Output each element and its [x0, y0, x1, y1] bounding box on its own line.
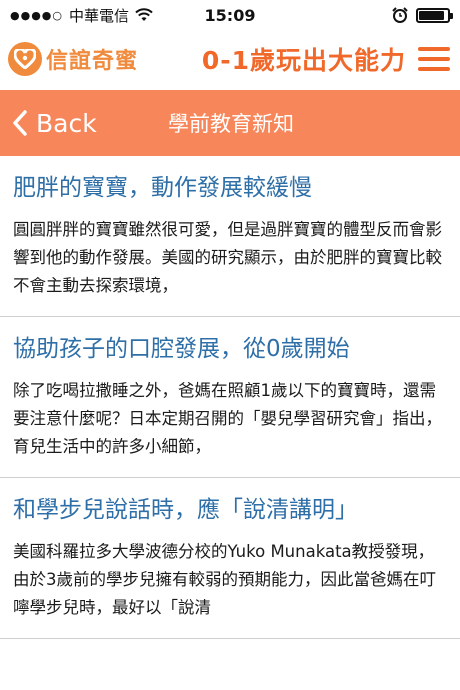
chevron-left-icon: [13, 110, 27, 136]
article-list: 肥胖的寶寶，動作發展較緩慢 圓圓胖胖的寶寶雖然很可愛，但是過胖寶寶的體型反而會影…: [0, 156, 460, 690]
status-bar: ●●●●○ 中華電信 15:09: [0, 0, 460, 30]
back-label: Back: [36, 108, 97, 138]
app-header: 信誼奇蜜 0-1歲玩出大能力: [0, 30, 460, 88]
article-title[interactable]: 和學步兒說話時，應「說清講明」: [13, 492, 447, 528]
wifi-icon: [135, 8, 153, 21]
article-item[interactable]: 和學步兒說話時，應「說清講明」 美國科羅拉多大學波德分校的Yuko Munaka…: [0, 478, 460, 639]
article-item[interactable]: 協助孩子的口腔發展，從0歲開始 除了吃喝拉撒睡之外，爸媽在照顧1歲以下的寶寶時，…: [0, 317, 460, 478]
status-right: [392, 7, 453, 23]
article-item[interactable]: 肥胖的寶寶，動作發展較緩慢 圓圓胖胖的寶寶雖然很可愛，但是過胖寶寶的體型反而會影…: [0, 156, 460, 317]
menu-icon-bar: [418, 57, 450, 61]
article-title[interactable]: 肥胖的寶寶，動作發展較緩慢: [13, 170, 447, 206]
back-button[interactable]: Back: [0, 90, 97, 156]
menu-icon-bar: [418, 67, 450, 71]
status-left: ●●●●○ 中華電信: [10, 5, 153, 26]
menu-icon-bar: [418, 47, 450, 51]
app-slogan: 0-1歲玩出大能力: [201, 46, 406, 75]
article-excerpt: 除了吃喝拉撒睡之外，爸媽在照顧1歲以下的寶寶時，還需要注意什麼呢？日本定期召開的…: [13, 381, 442, 456]
nav-bar: Back 學前教育新知: [0, 90, 460, 156]
logo-text: 信誼奇蜜: [46, 49, 139, 74]
battery-icon: [416, 7, 453, 23]
menu-button[interactable]: [416, 44, 452, 74]
battery-level: [419, 10, 445, 20]
article-excerpt: 美國科羅拉多大學波德分校的Yuko Munakata教授發現，由於3歲前的學步兒…: [13, 542, 436, 617]
carrier-label: 中華電信: [69, 6, 130, 25]
logo-heart-icon: [8, 42, 42, 76]
article-excerpt: 圓圓胖胖的寶寶雖然很可愛，但是過胖寶寶的體型反而會影響到他的動作發展。美國的研究…: [13, 220, 442, 295]
article-title[interactable]: 協助孩子的口腔發展，從0歲開始: [13, 331, 447, 367]
alarm-clock-icon: [392, 7, 408, 23]
signal-strength-icon: ●●●●○: [10, 8, 63, 22]
